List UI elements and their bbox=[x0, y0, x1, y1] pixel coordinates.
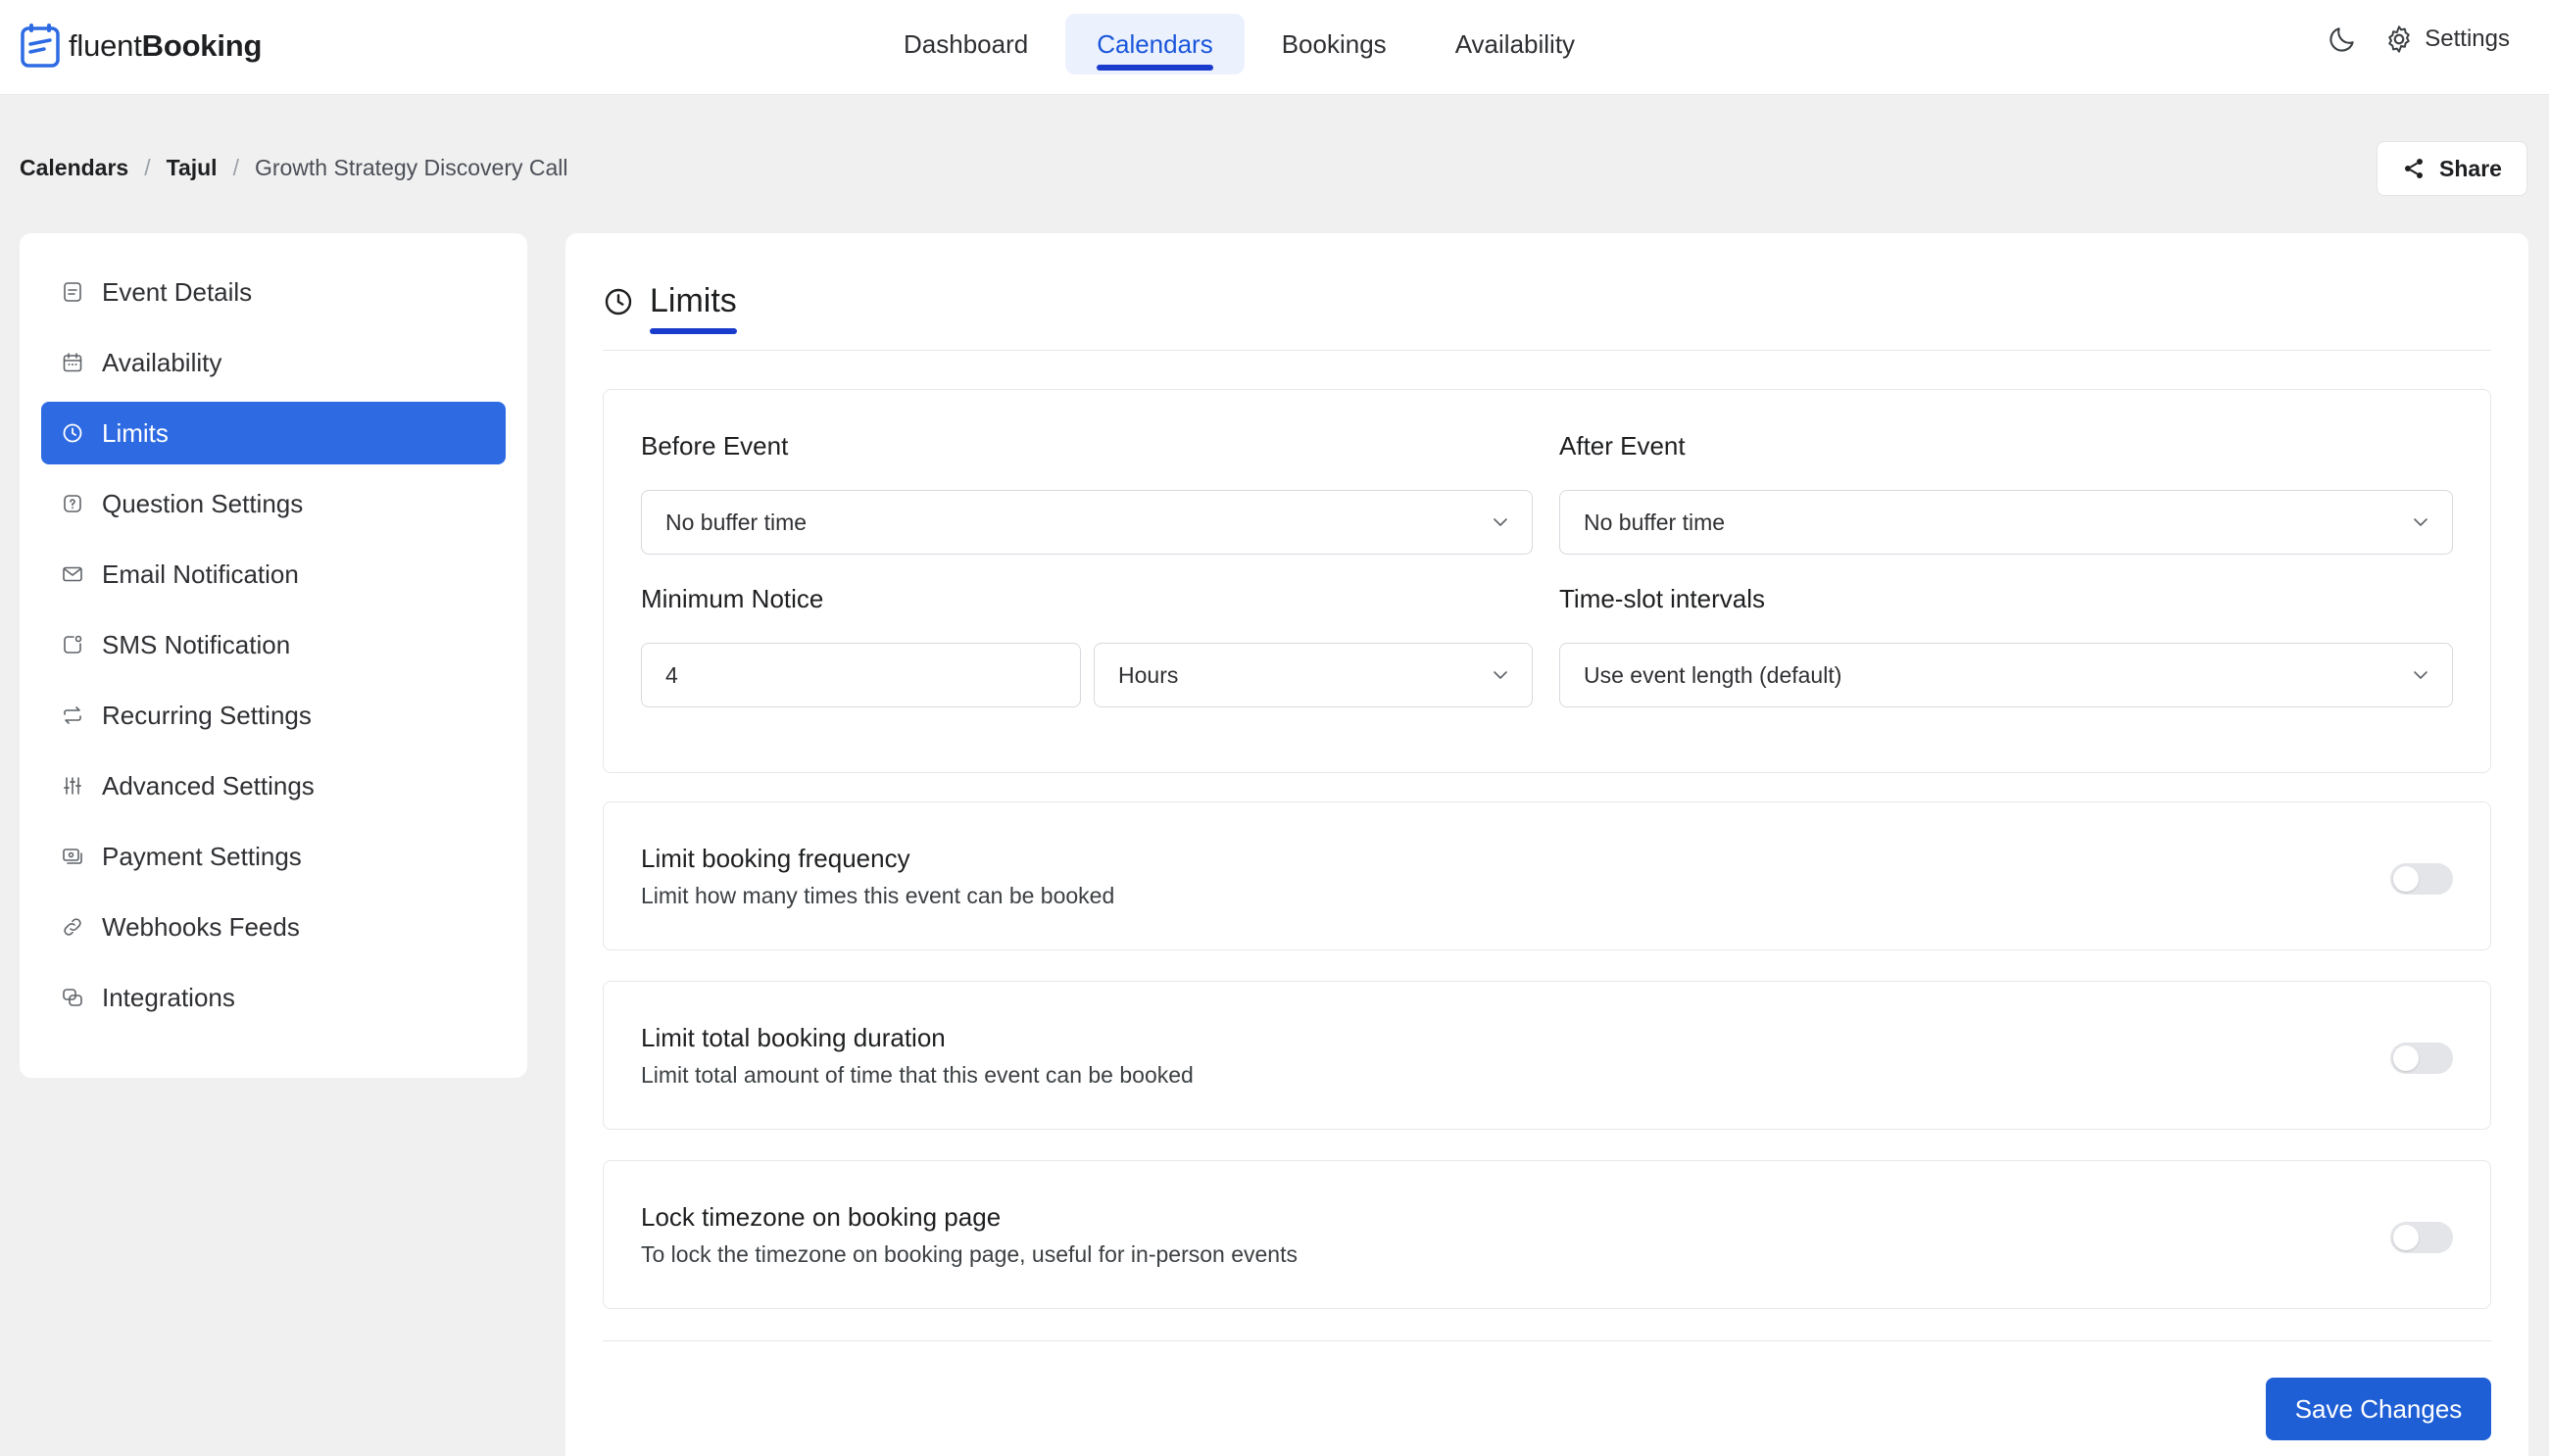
time-slot-value: Use event length (default) bbox=[1584, 661, 1842, 688]
nav-availability[interactable]: Availability bbox=[1424, 14, 1606, 74]
document-icon bbox=[64, 282, 81, 302]
payment-icon bbox=[63, 849, 82, 864]
limit-booking-frequency-card: Limit booking frequency Limit how many t… bbox=[603, 801, 2491, 950]
toggle-description: To lock the timezone on booking page, us… bbox=[641, 1241, 1298, 1267]
link-icon bbox=[64, 918, 81, 936]
sidebar-item-availability[interactable]: Availability bbox=[41, 331, 506, 394]
limit-total-duration-toggle[interactable] bbox=[2390, 1043, 2453, 1074]
sidebar-item-payment-settings[interactable]: Payment Settings bbox=[41, 825, 506, 888]
fluent-booking-logo-icon bbox=[21, 24, 60, 68]
breadcrumb-separator: / bbox=[144, 155, 151, 180]
save-changes-button[interactable]: Save Changes bbox=[2266, 1378, 2491, 1440]
nav-bookings[interactable]: Bookings bbox=[1250, 14, 1418, 74]
top-bar: fluentBooking Dashboard Calendars Bookin… bbox=[0, 0, 2549, 95]
sidebar-item-limits[interactable]: Limits bbox=[41, 402, 506, 464]
app-name: fluentBooking bbox=[69, 28, 263, 63]
toggle-description: Limit total amount of time that this eve… bbox=[641, 1062, 1194, 1088]
lock-timezone-toggle[interactable] bbox=[2390, 1222, 2453, 1253]
moon-icon bbox=[2329, 27, 2355, 52]
settings-label: Settings bbox=[2425, 25, 2510, 52]
sidebar-item-label: Payment Settings bbox=[102, 841, 302, 871]
sidebar-item-label: Webhooks Feeds bbox=[102, 911, 300, 942]
sidebar-item-integrations[interactable]: Integrations bbox=[41, 966, 506, 1029]
limit-total-duration-card: Limit total booking duration Limit total… bbox=[603, 981, 2491, 1130]
nav-dashboard[interactable]: Dashboard bbox=[872, 14, 1059, 74]
limit-booking-frequency-toggle[interactable] bbox=[2390, 863, 2453, 895]
main-nav: Dashboard Calendars Bookings Availabilit… bbox=[872, 14, 1606, 74]
divider bbox=[603, 350, 2491, 351]
time-slot-label: Time-slot intervals bbox=[1559, 584, 1765, 613]
before-event-value: No buffer time bbox=[665, 509, 808, 535]
clock-icon bbox=[63, 423, 82, 443]
share-label: Share bbox=[2439, 155, 2502, 181]
after-event-label: After Event bbox=[1559, 431, 1686, 461]
breadcrumb-separator: / bbox=[232, 155, 239, 180]
sidebar-item-sms-notification[interactable]: SMS Notification bbox=[41, 613, 506, 676]
sliders-icon bbox=[64, 777, 81, 795]
dark-mode-toggle[interactable] bbox=[2327, 24, 2358, 55]
sidebar-item-label: Email Notification bbox=[102, 558, 299, 589]
minimum-notice-unit-select[interactable]: Hours bbox=[1094, 643, 1533, 707]
integrations-icon bbox=[63, 989, 82, 1006]
sidebar-item-label: Availability bbox=[102, 347, 222, 377]
share-button[interactable]: Share bbox=[2377, 141, 2527, 196]
page-title: Limits bbox=[650, 282, 737, 334]
panel-header: Limits bbox=[603, 282, 737, 334]
minimum-notice-value: 4 bbox=[665, 661, 678, 688]
lock-timezone-card: Lock timezone on booking page To lock th… bbox=[603, 1160, 2491, 1309]
sidebar-item-event-details[interactable]: Event Details bbox=[41, 261, 506, 323]
sidebar-item-label: Recurring Settings bbox=[102, 700, 312, 730]
sidebar-item-recurring-settings[interactable]: Recurring Settings bbox=[41, 684, 506, 747]
repeat-icon bbox=[64, 706, 81, 724]
sidebar-item-label: Integrations bbox=[102, 982, 235, 1012]
gear-icon bbox=[2388, 25, 2411, 53]
chevron-down-icon bbox=[2414, 671, 2427, 679]
question-icon bbox=[64, 495, 81, 512]
calendar-icon bbox=[63, 353, 82, 372]
after-event-select[interactable]: No buffer time bbox=[1559, 490, 2453, 555]
time-slot-select[interactable]: Use event length (default) bbox=[1559, 643, 2453, 707]
before-event-select[interactable]: No buffer time bbox=[641, 490, 1533, 555]
sidebar-item-label: Event Details bbox=[102, 276, 253, 307]
minimum-notice-unit: Hours bbox=[1118, 661, 1179, 688]
toggle-title: Limit total booking duration bbox=[641, 1023, 946, 1052]
app-logo[interactable]: fluentBooking bbox=[20, 22, 262, 71]
settings-sidebar: Event Details Availability Limits Questi… bbox=[20, 233, 527, 1078]
toggle-title: Lock timezone on booking page bbox=[641, 1202, 1002, 1232]
toggle-title: Limit booking frequency bbox=[641, 844, 910, 873]
share-icon bbox=[2405, 159, 2424, 178]
toggle-description: Limit how many times this event can be b… bbox=[641, 883, 1115, 908]
breadcrumb-calendar-owner[interactable]: Tajul bbox=[167, 155, 218, 181]
mail-icon bbox=[63, 566, 82, 582]
settings-button[interactable]: Settings bbox=[2383, 24, 2510, 55]
breadcrumb-event: Growth Strategy Discovery Call bbox=[254, 155, 568, 180]
breadcrumb: Calendars / Tajul / Growth Strategy Disc… bbox=[20, 155, 568, 181]
sidebar-item-label: Limits bbox=[102, 417, 169, 448]
sidebar-item-advanced-settings[interactable]: Advanced Settings bbox=[41, 754, 506, 817]
sms-icon bbox=[64, 635, 82, 654]
buffer-settings-card: Before Event No buffer time After Event … bbox=[603, 389, 2491, 773]
minimum-notice-label: Minimum Notice bbox=[641, 584, 824, 613]
top-right-actions: Settings bbox=[2327, 24, 2510, 55]
sidebar-item-email-notification[interactable]: Email Notification bbox=[41, 543, 506, 606]
sidebar-item-question-settings[interactable]: Question Settings bbox=[41, 472, 506, 535]
limits-panel: Limits Before Event No buffer time After… bbox=[565, 233, 2528, 1456]
sidebar-item-label: Advanced Settings bbox=[102, 770, 315, 801]
sidebar-item-label: Question Settings bbox=[102, 488, 304, 518]
sidebar-item-label: SMS Notification bbox=[102, 629, 291, 659]
clock-icon bbox=[605, 288, 632, 315]
minimum-notice-input[interactable]: 4 bbox=[641, 643, 1081, 707]
before-event-label: Before Event bbox=[641, 431, 789, 461]
divider bbox=[603, 1340, 2491, 1341]
chevron-down-icon bbox=[1494, 671, 1507, 679]
chevron-down-icon bbox=[2414, 518, 2427, 526]
after-event-value: No buffer time bbox=[1584, 509, 1726, 535]
breadcrumb-calendars[interactable]: Calendars bbox=[20, 155, 128, 181]
nav-calendars[interactable]: Calendars bbox=[1065, 14, 1245, 74]
chevron-down-icon bbox=[1494, 518, 1507, 526]
sidebar-item-webhooks-feeds[interactable]: Webhooks Feeds bbox=[41, 896, 506, 958]
